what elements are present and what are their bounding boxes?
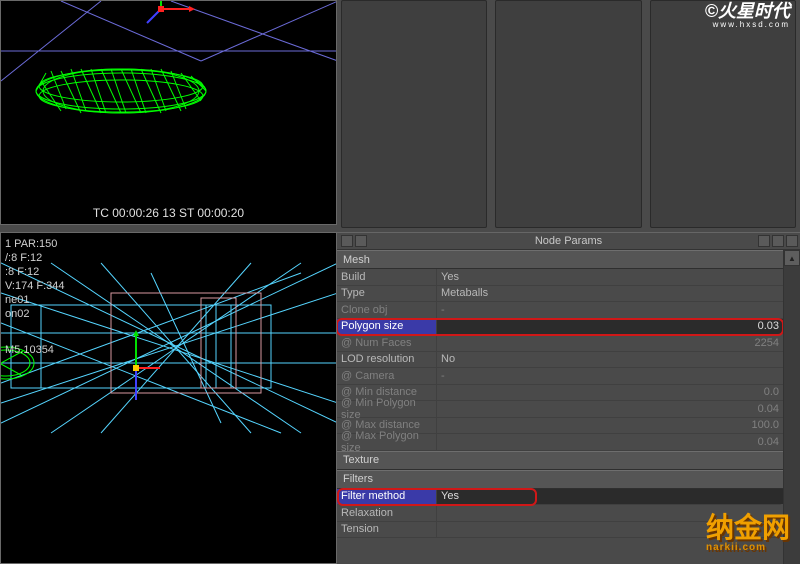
- preview-slot[interactable]: [495, 0, 641, 228]
- minimize-icon[interactable]: [758, 235, 770, 247]
- property-value[interactable]: Metaballs: [437, 286, 783, 302]
- property-label: Type: [337, 286, 437, 302]
- property-value[interactable]: 100.0: [437, 418, 783, 434]
- section-header[interactable]: Mesh: [337, 250, 783, 269]
- property-row[interactable]: @ Num Faces2254: [337, 335, 783, 352]
- viewport-perspective[interactable]: TC 00:00:26 13 ST 00:00:20: [0, 0, 337, 225]
- property-value[interactable]: 0.0: [437, 385, 783, 401]
- preview-slot[interactable]: [650, 0, 796, 228]
- panel-titlebar: Node Params: [337, 232, 800, 250]
- property-value[interactable]: Yes: [437, 489, 783, 505]
- timecode-display: TC 00:00:26 13 ST 00:00:20: [1, 206, 336, 220]
- viewport-orthographic[interactable]: 1 PAR:150 /:8 F:12 :8 F:12 V:174 F:344 n…: [0, 232, 337, 564]
- watermark-hxsd: ©火星时代 www.hxsd.com: [705, 4, 790, 32]
- property-label: Filter method: [337, 489, 437, 505]
- close-icon[interactable]: [786, 235, 798, 247]
- property-value[interactable]: 2254: [437, 335, 783, 351]
- property-label: @ Camera: [337, 368, 437, 384]
- property-label: Clone obj: [337, 302, 437, 318]
- preview-slot[interactable]: [341, 0, 487, 228]
- property-value[interactable]: 0.04: [437, 401, 783, 417]
- property-value[interactable]: No: [437, 352, 783, 368]
- property-value[interactable]: 0.04: [437, 434, 783, 450]
- property-label: @ Max Polygon size: [337, 434, 437, 450]
- property-label: @ Num Faces: [337, 335, 437, 351]
- property-label: Relaxation: [337, 505, 437, 521]
- property-label: LOD resolution: [337, 352, 437, 368]
- property-label: Tension: [337, 522, 437, 538]
- property-row[interactable]: TypeMetaballs: [337, 286, 783, 303]
- scroll-up-icon[interactable]: ▲: [784, 250, 800, 266]
- watermark-narkii: 纳金网 narkii.com: [706, 518, 790, 558]
- viewport-info-overlay: 1 PAR:150 /:8 F:12 :8 F:12 V:174 F:344 n…: [5, 237, 65, 357]
- property-row[interactable]: Filter methodYes: [337, 489, 783, 506]
- property-row[interactable]: LOD resolutionNo: [337, 352, 783, 369]
- property-row[interactable]: @ Min Polygon size0.04: [337, 401, 783, 418]
- property-row[interactable]: Polygon size0.03: [337, 319, 783, 336]
- property-row[interactable]: @ Camera-: [337, 368, 783, 385]
- property-label: @ Min Polygon size: [337, 401, 437, 417]
- property-row[interactable]: Clone obj-: [337, 302, 783, 319]
- property-label: Build: [337, 269, 437, 285]
- property-value[interactable]: -: [437, 368, 783, 384]
- maximize-icon[interactable]: [772, 235, 784, 247]
- property-value[interactable]: 0.03: [437, 319, 783, 335]
- section-header[interactable]: Filters: [337, 470, 783, 489]
- property-value[interactable]: Yes: [437, 269, 783, 285]
- property-row[interactable]: BuildYes: [337, 269, 783, 286]
- property-value[interactable]: -: [437, 302, 783, 318]
- material-preview-row: [337, 0, 800, 232]
- property-row[interactable]: @ Max Polygon size0.04: [337, 434, 783, 451]
- property-label: Polygon size: [337, 319, 437, 335]
- panel-title: Node Params: [337, 235, 800, 247]
